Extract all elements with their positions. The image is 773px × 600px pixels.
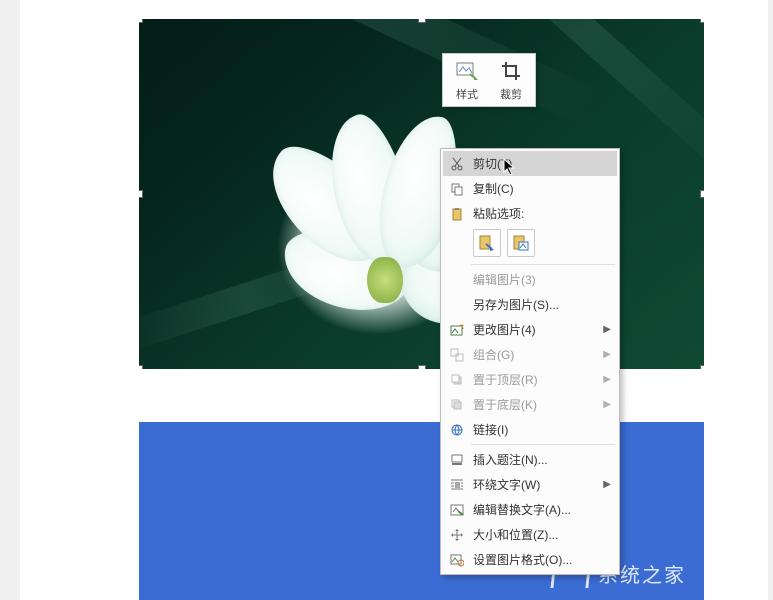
copy-icon xyxy=(447,180,467,198)
crop-label: 裁剪 xyxy=(500,86,522,102)
size-position-icon xyxy=(447,526,467,544)
menu-send-back-label: 置于底层(K) xyxy=(473,396,599,413)
style-button[interactable]: 样式 xyxy=(451,60,483,102)
resize-handle-ne[interactable] xyxy=(700,19,704,23)
caption-icon xyxy=(447,451,467,469)
menu-size-position[interactable]: 大小和位置(Z)... xyxy=(443,522,617,547)
style-label: 样式 xyxy=(456,86,478,102)
group-icon xyxy=(447,346,467,364)
resize-handle-w[interactable] xyxy=(139,190,143,198)
menu-copy-label: 复制(C) xyxy=(473,180,611,197)
menu-format-picture-label: 设置图片格式(O)... xyxy=(473,551,611,568)
paste-picture-icon xyxy=(512,234,530,252)
menu-send-to-back: 置于底层(K) ▶ xyxy=(443,392,617,417)
bring-front-icon xyxy=(447,371,467,389)
menu-bring-front-label: 置于顶层(R) xyxy=(473,371,599,388)
menu-format-picture[interactable]: 设置图片格式(O)... xyxy=(443,547,617,572)
menu-cut-label: 剪切(T) xyxy=(473,155,611,172)
menu-caption-label: 插入题注(N)... xyxy=(473,451,611,468)
menu-paste-options-header: 粘贴选项: xyxy=(443,201,617,226)
paste-options-row xyxy=(443,226,617,262)
menu-wrap-text[interactable]: 环绕文字(W) ▶ xyxy=(443,472,617,497)
menu-size-position-label: 大小和位置(Z)... xyxy=(473,526,611,543)
resize-handle-nw[interactable] xyxy=(139,19,143,23)
paste-keep-source-icon xyxy=(478,234,496,252)
resize-handle-e[interactable] xyxy=(700,190,704,198)
mini-toolbar: 样式 裁剪 xyxy=(442,53,536,107)
menu-insert-caption[interactable]: 插入题注(N)... xyxy=(443,447,617,472)
context-menu: 剪切(T) 复制(C) 粘贴选项: 编辑图片(3) 另存为图片(S)... 更 xyxy=(440,148,620,575)
menu-edit-alt-text[interactable]: 编辑替换文字(A)... xyxy=(443,497,617,522)
menu-group-label: 组合(G) xyxy=(473,346,599,363)
alt-text-icon xyxy=(447,501,467,519)
resize-handle-n[interactable] xyxy=(418,19,426,23)
menu-paste-options-label: 粘贴选项: xyxy=(473,205,611,222)
cut-icon xyxy=(447,155,467,173)
send-back-icon xyxy=(447,396,467,414)
picture-style-icon xyxy=(455,60,479,82)
paste-option-keep-source[interactable] xyxy=(473,229,501,257)
resize-handle-s[interactable] xyxy=(418,365,426,369)
crop-button[interactable]: 裁剪 xyxy=(495,60,527,102)
change-picture-icon xyxy=(447,321,467,339)
menu-change-picture-label: 更改图片(4) xyxy=(473,321,599,338)
menu-change-picture[interactable]: 更改图片(4) ▶ xyxy=(443,317,617,342)
menu-cut[interactable]: 剪切(T) xyxy=(443,151,617,176)
menu-save-as-picture[interactable]: 另存为图片(S)... xyxy=(443,292,617,317)
document-page: 系统之家 xyxy=(20,0,768,600)
crop-icon xyxy=(499,60,523,82)
menu-bring-to-front: 置于顶层(R) ▶ xyxy=(443,367,617,392)
format-picture-icon xyxy=(447,551,467,569)
menu-hyperlink-label: 链接(I) xyxy=(473,421,611,438)
resize-handle-sw[interactable] xyxy=(139,365,143,369)
submenu-arrow-icon: ▶ xyxy=(603,324,611,335)
menu-hyperlink[interactable]: 链接(I) xyxy=(443,417,617,442)
menu-group: 组合(G) ▶ xyxy=(443,342,617,367)
hyperlink-icon xyxy=(447,421,467,439)
menu-edit-picture-label: 编辑图片(3) xyxy=(473,271,611,288)
menu-alt-text-label: 编辑替换文字(A)... xyxy=(473,501,611,518)
paste-icon xyxy=(447,205,467,223)
menu-edit-picture: 编辑图片(3) xyxy=(443,267,617,292)
menu-save-as-picture-label: 另存为图片(S)... xyxy=(473,296,611,313)
submenu-arrow-icon: ▶ xyxy=(603,479,611,490)
wrap-text-icon xyxy=(447,476,467,494)
resize-handle-se[interactable] xyxy=(700,365,704,369)
paste-option-picture[interactable] xyxy=(507,229,535,257)
menu-wrap-text-label: 环绕文字(W) xyxy=(473,476,599,493)
menu-copy[interactable]: 复制(C) xyxy=(443,176,617,201)
